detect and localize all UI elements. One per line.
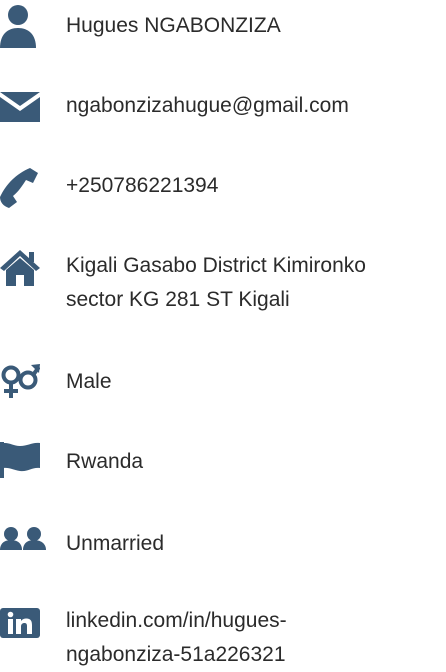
address-line-1: Kigali Gasabo District Kimironko	[66, 254, 366, 277]
user-icon	[0, 4, 40, 48]
flag-icon	[0, 442, 40, 478]
linkedin-icon	[0, 608, 40, 638]
phone-number: +250786221394	[66, 174, 219, 197]
users-icon	[0, 526, 46, 562]
phone-icon	[0, 166, 40, 208]
address-line-2: sector KG 281 ST Kigali	[66, 288, 290, 311]
email-link[interactable]: ngabonzizahugue@gmail.com	[66, 90, 349, 122]
linkedin-url-line-1[interactable]: linkedin.com/in/hugues-	[66, 605, 287, 637]
marital-status-value: Unmarried	[66, 532, 165, 555]
home-icon	[0, 250, 40, 286]
gender-icon	[0, 362, 40, 402]
gender-value: Male	[66, 370, 112, 393]
envelope-icon	[0, 92, 40, 122]
full-name: Hugues NGABONZIZA	[66, 14, 281, 37]
linkedin-url-line-2[interactable]: ngabonziza-51a226321	[66, 639, 286, 671]
country-value: Rwanda	[66, 450, 144, 473]
